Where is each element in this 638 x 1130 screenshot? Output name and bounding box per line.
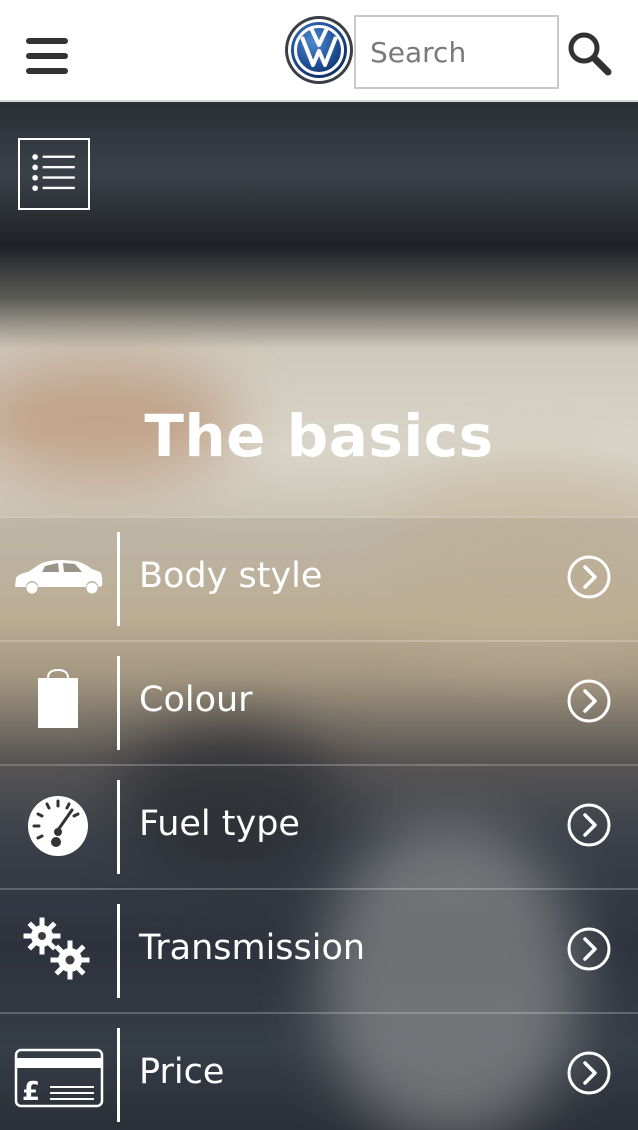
menu-item-label: Transmission	[139, 928, 366, 968]
svg-text:£: £	[22, 1077, 40, 1107]
row-divider	[117, 532, 120, 626]
car-icon	[15, 560, 103, 594]
menu-item-transmission[interactable]: Transmission	[0, 888, 638, 1012]
menu-item-label: Body style	[139, 556, 323, 596]
menu-item-label: Price	[139, 1052, 225, 1092]
gears-icon	[23, 917, 90, 980]
page-title: The basics	[144, 402, 494, 470]
menu-icon[interactable]	[26, 38, 68, 74]
row-divider	[117, 656, 120, 750]
fuel-gauge-icon	[28, 796, 88, 856]
menu-item-label: Colour	[139, 680, 253, 720]
chevron-right-icon[interactable]	[566, 1050, 612, 1096]
list-view-icon[interactable]	[18, 138, 90, 210]
row-divider	[117, 1028, 120, 1122]
chevron-right-icon[interactable]	[566, 802, 612, 848]
menu-item-body-style[interactable]: Body style	[0, 516, 638, 640]
menu-item-colour[interactable]: Colour	[0, 640, 638, 764]
basics-menu: Body style Colour Fuel type Transmission…	[0, 516, 638, 1130]
pound-card-icon: £	[14, 1048, 104, 1108]
row-divider	[117, 780, 120, 874]
search-input[interactable]	[354, 15, 559, 89]
menu-item-price[interactable]: £ Price	[0, 1012, 638, 1130]
menu-item-label: Fuel type	[139, 804, 300, 844]
menu-item-fuel-type[interactable]: Fuel type	[0, 764, 638, 888]
paint-can-icon	[38, 668, 78, 728]
chevron-right-icon[interactable]	[566, 678, 612, 724]
row-divider	[117, 904, 120, 998]
top-header	[0, 0, 638, 102]
search-icon[interactable]	[566, 30, 612, 76]
chevron-right-icon[interactable]	[566, 926, 612, 972]
hero-section: The basics Body style Colour Fuel type T…	[0, 102, 638, 1130]
chevron-right-icon[interactable]	[566, 554, 612, 600]
vw-logo[interactable]	[284, 15, 354, 85]
